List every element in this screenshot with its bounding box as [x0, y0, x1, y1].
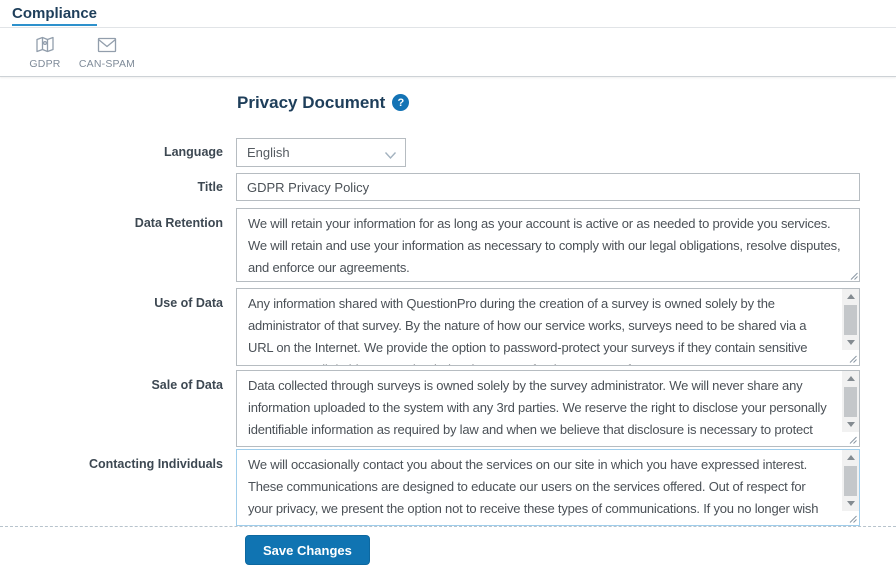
section-divider	[0, 526, 896, 527]
map-icon	[34, 34, 56, 56]
scrollbar[interactable]	[842, 371, 859, 446]
data-retention-label: Data Retention	[0, 208, 236, 282]
compliance-link[interactable]: Compliance	[12, 5, 97, 26]
title-label: Title	[0, 173, 236, 201]
tab-label: GDPR	[29, 58, 60, 70]
tab-can-spam[interactable]: CAN-SPAM	[76, 32, 138, 70]
use-of-data-row: Use of Data Any information shared with …	[0, 288, 896, 366]
scroll-up-button[interactable]	[842, 289, 859, 304]
language-select[interactable]: English	[236, 138, 406, 167]
compliance-toolbar: GDPR CAN-SPAM	[0, 28, 896, 77]
scroll-up-button[interactable]	[842, 450, 859, 465]
envelope-icon	[96, 34, 118, 56]
resize-handle[interactable]	[842, 511, 859, 525]
app-header: Compliance	[0, 0, 896, 28]
sale-of-data-row: Sale of Data Data collected through surv…	[0, 370, 896, 447]
resize-handle[interactable]	[842, 432, 859, 446]
language-label: Language	[0, 138, 236, 167]
language-row: Language English	[0, 138, 896, 167]
resize-handle[interactable]	[842, 350, 859, 365]
scrollbar[interactable]	[842, 289, 859, 365]
tab-gdpr[interactable]: GDPR	[14, 32, 76, 70]
contacting-individuals-row: Contacting Individuals We will occasiona…	[0, 449, 896, 526]
scroll-up-button[interactable]	[842, 371, 859, 386]
sale-of-data-label: Sale of Data	[0, 370, 236, 447]
data-retention-row: Data Retention We will retain your infor…	[0, 208, 896, 282]
tab-label: CAN-SPAM	[79, 58, 135, 70]
scrollbar-thumb[interactable]	[844, 387, 857, 417]
sale-of-data-textarea[interactable]: Data collected through surveys is owned …	[236, 370, 860, 447]
title-input[interactable]	[236, 173, 860, 201]
use-of-data-label: Use of Data	[0, 288, 236, 366]
contacting-individuals-textarea[interactable]: We will occasionally contact you about t…	[236, 449, 860, 526]
scroll-down-button[interactable]	[842, 496, 859, 511]
title-row: Title	[0, 173, 896, 201]
use-of-data-textarea[interactable]: Any information shared with QuestionPro …	[236, 288, 860, 366]
contacting-individuals-label: Contacting Individuals	[0, 449, 236, 526]
data-retention-textarea[interactable]: We will retain your information for as l…	[236, 208, 860, 282]
save-changes-button[interactable]: Save Changes	[245, 535, 370, 565]
help-icon[interactable]: ?	[392, 94, 409, 111]
scroll-down-button[interactable]	[842, 417, 859, 432]
scrollbar[interactable]	[842, 450, 859, 525]
privacy-document-panel: Privacy Document ? Language English Titl…	[0, 77, 896, 565]
scroll-down-button[interactable]	[842, 335, 859, 350]
scrollbar-thumb[interactable]	[844, 305, 857, 335]
scrollbar-thumb[interactable]	[844, 466, 857, 496]
page-title: Privacy Document	[237, 93, 385, 113]
resize-handle[interactable]	[849, 271, 859, 281]
